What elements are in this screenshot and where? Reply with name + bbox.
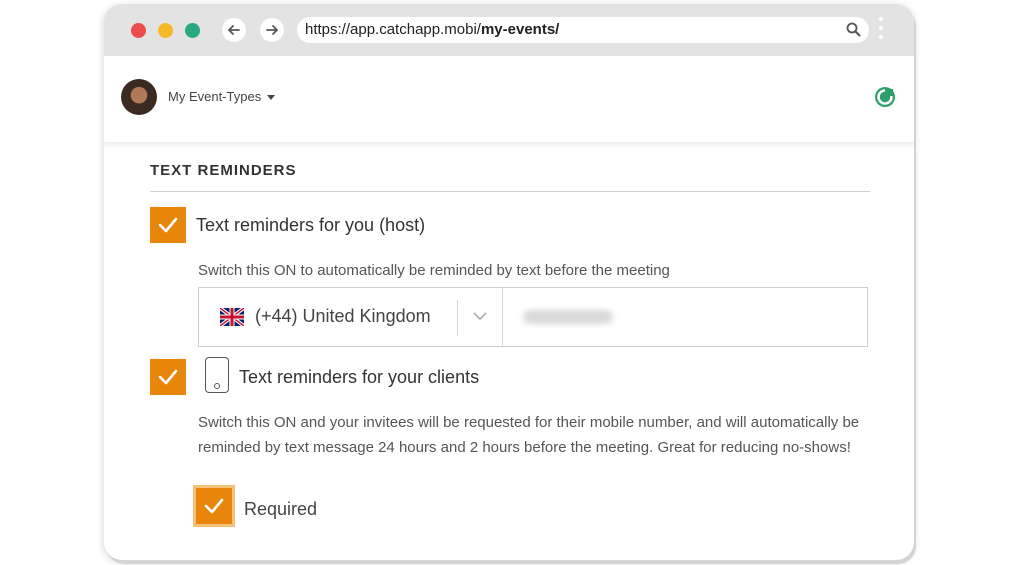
field-divider xyxy=(502,288,503,346)
checkmark-icon xyxy=(158,217,178,233)
app-header: My Event-Types xyxy=(104,56,914,142)
host-reminder-hint: Switch this ON to automatically be remin… xyxy=(198,262,670,279)
checkmark-icon xyxy=(204,498,224,514)
checkmark-icon xyxy=(158,369,178,385)
client-reminder-description: Switch this ON and your invitees will be… xyxy=(198,414,860,456)
event-types-dropdown[interactable]: My Event-Types xyxy=(168,89,276,104)
browser-window: https://app.catchapp.mobi/my-events/ My … xyxy=(104,4,914,560)
chevron-down-icon[interactable] xyxy=(473,312,487,321)
back-button[interactable] xyxy=(222,18,246,42)
client-reminder-checkbox[interactable] xyxy=(150,359,186,395)
section-title: TEXT REMINDERS xyxy=(150,162,297,179)
close-window-button[interactable] xyxy=(131,23,146,38)
address-bar[interactable]: https://app.catchapp.mobi/my-events/ xyxy=(297,17,869,43)
mobile-phone-icon xyxy=(205,357,229,393)
forward-button[interactable] xyxy=(260,18,284,42)
uk-flag-icon xyxy=(220,308,244,326)
back-arrow-icon xyxy=(228,25,240,35)
avatar[interactable] xyxy=(121,79,157,115)
caret-down-icon xyxy=(267,95,276,101)
browser-toolbar: https://app.catchapp.mobi/my-events/ xyxy=(104,4,914,56)
select-divider xyxy=(457,300,458,336)
section-divider xyxy=(150,191,870,192)
minimize-window-button[interactable] xyxy=(158,23,173,38)
maximize-window-button[interactable] xyxy=(185,23,200,38)
host-reminder-label: Text reminders for you (host) xyxy=(196,215,426,235)
phone-number-input[interactable] xyxy=(523,310,613,324)
required-checkbox[interactable] xyxy=(196,488,232,524)
client-reminder-label: Text reminders for your clients xyxy=(239,367,480,387)
host-reminder-checkbox[interactable] xyxy=(150,207,186,243)
forward-arrow-icon xyxy=(266,25,278,35)
url-text: https://app.catchapp.mobi/my-events/ xyxy=(305,21,560,38)
country-select[interactable]: (+44) United Kingdom xyxy=(255,306,431,327)
required-label: Required xyxy=(244,499,318,519)
kebab-menu-icon[interactable] xyxy=(879,17,883,44)
phone-input-group: (+44) United Kingdom xyxy=(198,287,868,347)
search-icon[interactable] xyxy=(846,22,861,37)
catchapp-logo-icon[interactable] xyxy=(874,86,896,108)
